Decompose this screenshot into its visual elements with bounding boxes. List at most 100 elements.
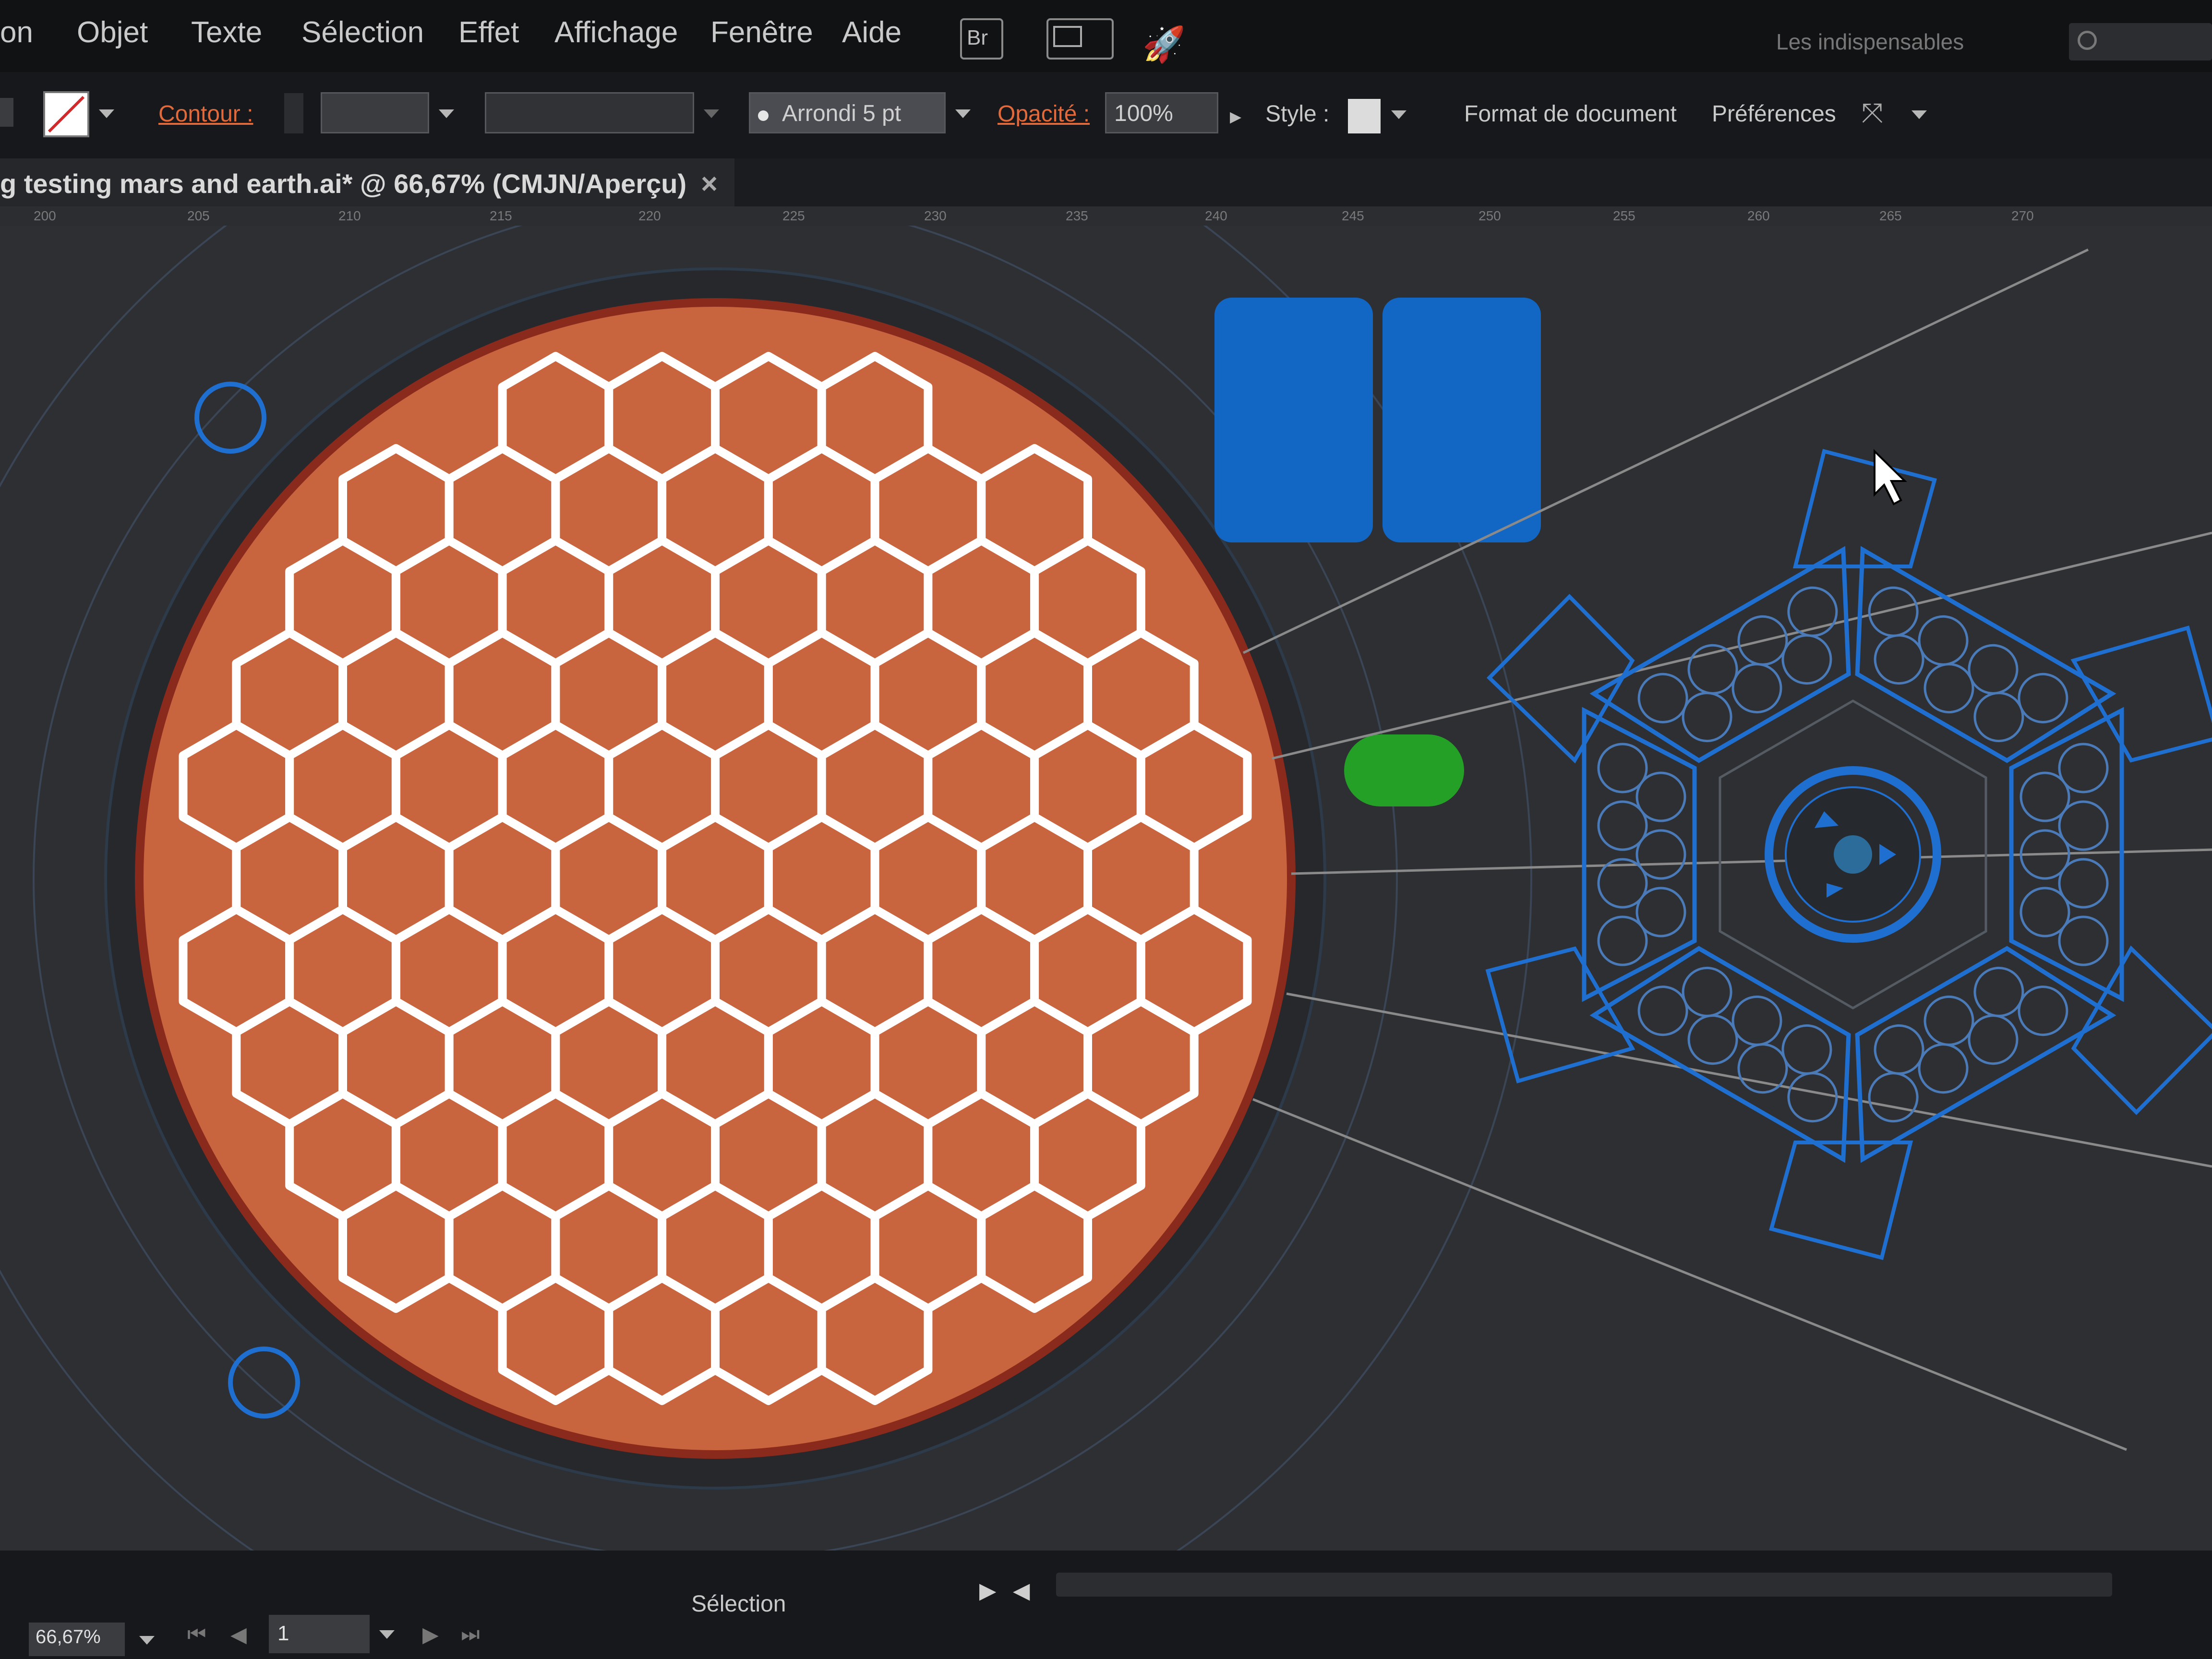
status-tool-label[interactable]: Sélection: [691, 1591, 786, 1617]
ruler-number: 260: [1747, 208, 1770, 223]
mouse-cursor-icon: [1874, 449, 1907, 505]
petal-outline: [1855, 946, 2116, 1163]
card-shape[interactable]: [1382, 298, 1541, 542]
document-title: g testing mars and earth.ai* @ 66,67% (C…: [0, 168, 687, 199]
menu-selection[interactable]: Sélection: [301, 15, 424, 49]
ruler-number: 255: [1613, 208, 1635, 223]
seat-circle: [1597, 743, 1648, 793]
ruler-number: 265: [1879, 208, 1902, 223]
seat-circle: [1923, 663, 1974, 714]
stroke-label[interactable]: Contour :: [158, 101, 253, 127]
opacity-field[interactable]: 100%: [1105, 92, 1218, 133]
opacity-label[interactable]: Opacité :: [998, 101, 1090, 127]
graphic-style-swatch[interactable]: [1348, 99, 1381, 133]
stroke-weight-field[interactable]: [321, 92, 429, 133]
seat-circle: [1737, 1043, 1788, 1094]
document-tab-bar: g testing mars and earth.ai* @ 66,67% (C…: [0, 158, 2212, 206]
anchor-circle[interactable]: [228, 1346, 300, 1419]
bridge-button[interactable]: Br: [960, 18, 1003, 60]
green-pill-shape[interactable]: [1344, 734, 1464, 806]
artwork: [0, 61, 2212, 1659]
horizontal-ruler[interactable]: 200 205 210 215 220 225 230 235 240 245 …: [0, 206, 2212, 227]
ruler-number: 225: [782, 208, 805, 223]
seat-circle: [1874, 1024, 1924, 1075]
arrange-dropdown[interactable]: [1911, 110, 1927, 119]
menu-aide[interactable]: Aide: [842, 15, 902, 49]
search-help-input[interactable]: [2069, 23, 2212, 60]
seat-circle: [1731, 995, 1782, 1046]
status-menu-arrow-icon[interactable]: ▶: [979, 1577, 996, 1603]
horizontal-scrollbar[interactable]: [1056, 1573, 2112, 1597]
petal-module: [1589, 946, 1851, 1163]
zoom-field[interactable]: 66,67%: [29, 1623, 125, 1656]
guide-line: [1272, 531, 2212, 760]
ruler-number: 250: [1479, 208, 1501, 223]
ruler-number: 200: [34, 208, 56, 223]
seat-circle: [1923, 995, 1974, 1046]
first-page-icon[interactable]: ⏮: [187, 1623, 206, 1647]
menu-texte[interactable]: Texte: [191, 15, 262, 49]
preferences-button[interactable]: Préférences: [1712, 101, 1836, 127]
seat-circle: [1682, 692, 1732, 743]
previous-page-icon[interactable]: ◀: [230, 1623, 247, 1647]
stroke-weight-stepper[interactable]: [284, 93, 303, 133]
wing-outline: [2071, 945, 2212, 1115]
seat-circle: [2058, 800, 2109, 851]
zoom-dropdown[interactable]: [139, 1636, 155, 1645]
ruler-number: 230: [924, 208, 947, 223]
brush-dot-icon: [758, 110, 769, 121]
arrange-icon[interactable]: ⤧: [1862, 97, 1883, 129]
arrange-documents-button[interactable]: [1046, 18, 1114, 60]
control-bar: Contour : Arrondi 5 pt Opacité : 100% ▸ …: [0, 72, 2212, 158]
workspace-switcher[interactable]: Les indispensables: [1776, 29, 1964, 55]
stroke-weight-dropdown[interactable]: [439, 109, 454, 118]
base-schematic[interactable]: [1463, 449, 2212, 1260]
menu-effet[interactable]: Effet: [458, 15, 519, 49]
ruler-number: 220: [638, 208, 661, 223]
card-shape[interactable]: [1214, 298, 1373, 542]
seat-circle: [1682, 966, 1732, 1017]
anchor-circle[interactable]: [194, 382, 266, 454]
brush-definition[interactable]: Arrondi 5 pt: [749, 92, 946, 133]
document-tab[interactable]: g testing mars and earth.ai* @ 66,67% (C…: [0, 158, 734, 206]
ruler-number: 270: [2011, 208, 2034, 223]
ruler-number: 245: [1342, 208, 1364, 223]
seat-circle: [2058, 915, 2109, 966]
stroke-dropdown-arrow[interactable]: [99, 109, 114, 118]
petal-outline: [1855, 546, 2116, 763]
seat-circle: [1918, 615, 1969, 666]
guide-line: [1286, 992, 2212, 1168]
style-dropdown[interactable]: [1391, 110, 1407, 119]
seat-circle: [1973, 966, 2024, 1017]
last-page-icon[interactable]: ⏭: [461, 1623, 480, 1647]
menu-illustrator[interactable]: on: [0, 15, 33, 49]
wing-outline: [1486, 594, 1635, 764]
seat-circle: [1731, 663, 1782, 714]
next-page-icon[interactable]: ▶: [422, 1623, 439, 1647]
close-tab-icon[interactable]: ×: [701, 167, 718, 200]
menu-objet[interactable]: Objet: [77, 15, 148, 49]
stroke-swatch[interactable]: [43, 91, 89, 137]
guide-line: [1252, 1098, 2127, 1451]
wing-outline: [2070, 625, 2212, 763]
document-setup-button[interactable]: Format de document: [1464, 101, 1677, 127]
variable-width-profile[interactable]: [485, 92, 694, 133]
menu-affichage[interactable]: Affichage: [554, 15, 678, 49]
page-dropdown[interactable]: [379, 1630, 395, 1639]
menu-fenetre[interactable]: Fenêtre: [710, 15, 813, 49]
scroll-left-icon[interactable]: ◀: [1013, 1577, 1030, 1603]
page-field[interactable]: 1: [269, 1615, 370, 1653]
petal-module: [1582, 707, 1697, 1002]
hex-cell: [338, 1181, 454, 1313]
rocket-icon[interactable]: 🚀: [1142, 24, 1186, 65]
brush-value: Arrondi 5 pt: [782, 101, 902, 126]
profile-dropdown[interactable]: [704, 109, 719, 118]
seat-circle: [1868, 586, 1919, 637]
hex-cell: [604, 1274, 720, 1405]
brush-dropdown[interactable]: [955, 109, 971, 118]
ruler-number: 210: [338, 208, 361, 223]
hex-cell: [817, 1274, 933, 1405]
fill-swatch[interactable]: [0, 98, 13, 127]
artboard-canvas[interactable]: [0, 61, 2212, 1659]
opacity-arrow-icon[interactable]: ▸: [1230, 103, 1241, 130]
